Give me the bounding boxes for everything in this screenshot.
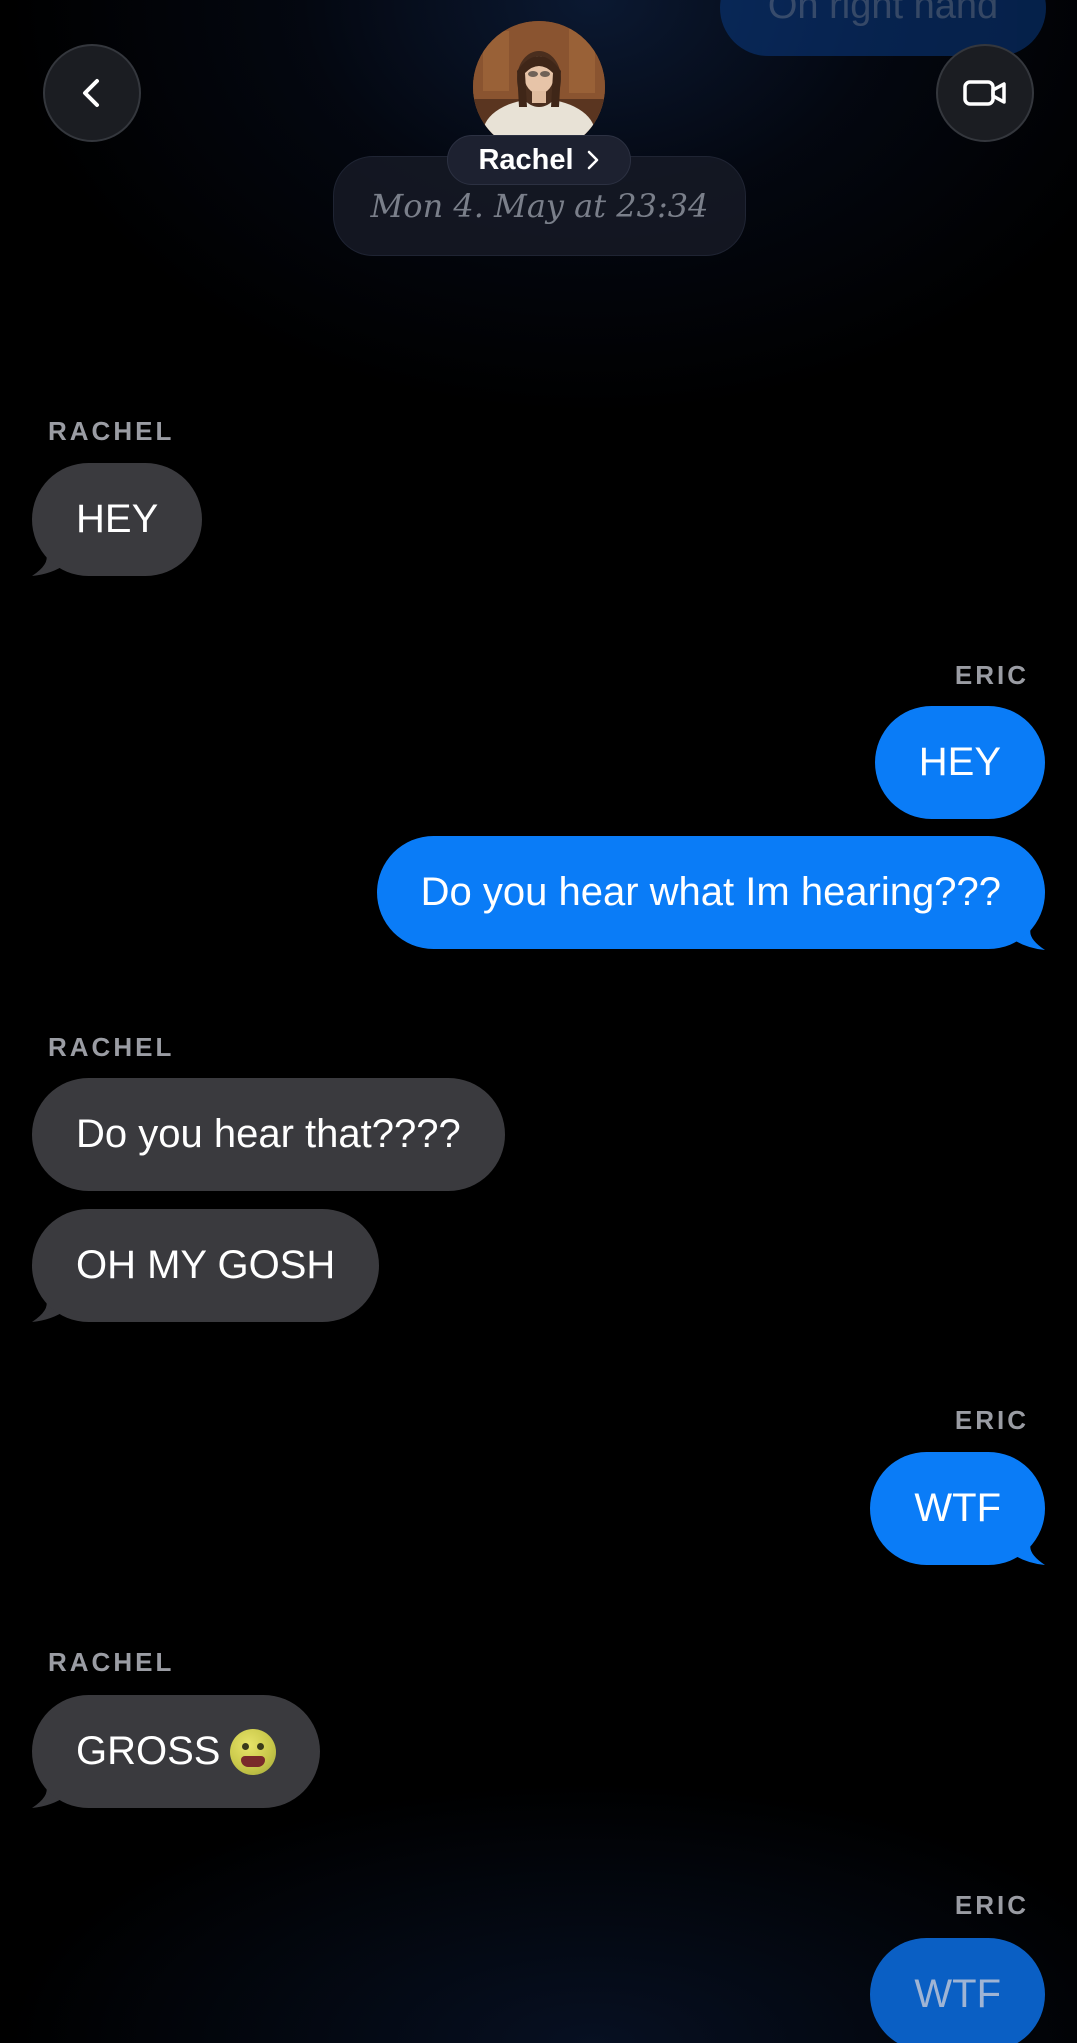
message-text: WTF <box>914 1972 1001 2016</box>
video-call-button[interactable] <box>936 44 1034 142</box>
message-text: HEY <box>76 497 159 541</box>
contact-avatar[interactable] <box>473 21 605 153</box>
message-bubble[interactable]: Do you hear that???? <box>32 1078 505 1191</box>
back-button[interactable] <box>43 44 141 142</box>
sender-label: RACHEL <box>48 1647 175 1677</box>
video-camera-icon <box>963 80 1006 106</box>
message-bubble[interactable]: HEY <box>32 463 203 576</box>
message-text: WTF <box>914 1486 1001 1530</box>
message-text: HEY <box>918 740 1001 784</box>
sender-label: ERIC <box>954 1405 1029 1435</box>
message-bubble[interactable]: OH MY GOSH <box>32 1209 380 1322</box>
sender-label: ERIC <box>954 1890 1029 1920</box>
message-bubble[interactable]: WTF <box>870 1938 1045 2043</box>
message-text: OH MY GOSH <box>76 1243 336 1287</box>
sender-label: RACHEL <box>48 1032 175 1062</box>
avatar-photo <box>473 21 605 153</box>
chevron-left-icon <box>83 79 99 107</box>
chat-screen: Oh right hand Mon 4. May at 23:34 Rachel… <box>0 0 1077 2043</box>
contact-name: Rachel <box>478 143 574 176</box>
nauseated-face-icon <box>230 1728 277 1775</box>
partial-message-text: Oh right hand <box>767 0 999 27</box>
timestamp-text: Mon 4. May at 23:34 <box>370 187 709 225</box>
contact-name-pill[interactable]: Rachel <box>447 135 631 185</box>
message-text: Do you hear what Im hearing??? <box>420 870 1001 914</box>
message-text: Do you hear that???? <box>76 1112 461 1156</box>
message-bubble[interactable]: WTF <box>870 1452 1045 1565</box>
chevron-right-icon <box>587 150 598 170</box>
message-bubble[interactable]: GROSS <box>32 1695 321 1808</box>
message-bubble[interactable]: Do you hear what Im hearing??? <box>376 836 1045 949</box>
sender-label: RACHEL <box>48 416 175 446</box>
message-bubble[interactable]: HEY <box>874 706 1045 819</box>
sender-label: ERIC <box>954 660 1029 690</box>
message-text: GROSS <box>76 1729 221 1773</box>
